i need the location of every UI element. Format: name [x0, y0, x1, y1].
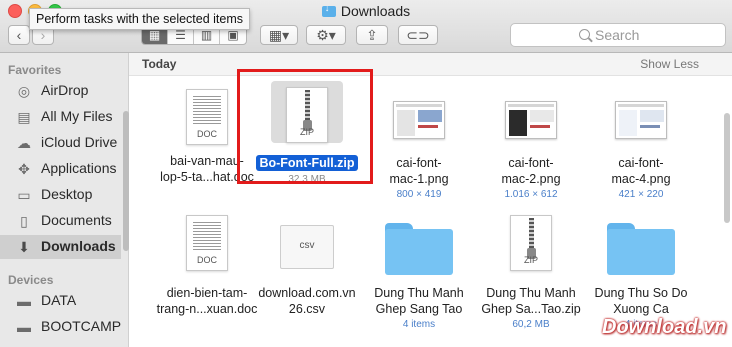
file-item[interactable]: ZIP Dung Thu Manh Ghep Sa...Tao.zip 60,2… [476, 211, 586, 347]
desktop-icon: ▭ [17, 187, 31, 203]
image-dimensions: 800 × 419 [396, 189, 442, 200]
file-name: cai-font- [618, 156, 664, 170]
disk-icon: ▬ [17, 319, 31, 335]
sidebar-item-bootcamp[interactable]: ▬ BOOTCAMP [0, 315, 121, 339]
file-name-line2: trang-n...xuan.doc [156, 302, 258, 316]
group-header: Today Show Less [129, 53, 732, 76]
documents-icon: ▯ [20, 213, 28, 229]
png-thumbnail-icon [615, 101, 667, 139]
file-name-line2: mac-1.png [389, 172, 449, 186]
png-thumbnail-icon [505, 101, 557, 139]
group-title: Today [142, 57, 177, 71]
sidebar-item-label: BOOTCAMP [41, 318, 122, 334]
cloud-icon: ☁ [17, 135, 31, 151]
sidebar-item-all-my-files[interactable]: ▤ All My Files [0, 105, 121, 129]
sidebar-item-label: AirDrop [41, 82, 89, 98]
sidebar-item-icloud-drive[interactable]: ☁ iCloud Drive [0, 131, 121, 155]
grid-icon: ▦▾ [268, 27, 290, 43]
show-less-button[interactable]: Show Less [640, 57, 699, 71]
folder-name-line2: Ghep Sang Tao [375, 302, 463, 316]
tag-icon: ⊂⊃ [406, 27, 430, 43]
csv-file-icon: csv [280, 225, 334, 269]
share-icon: ⇪ [366, 27, 378, 43]
file-size: 60,2 MB [512, 319, 550, 330]
gear-icon: ⚙▾ [316, 27, 336, 43]
downloads-icon: ⬇ [18, 239, 30, 255]
doc-file-icon: DOC [186, 89, 228, 145]
search-placeholder: Search [595, 27, 640, 43]
png-thumbnail-icon [393, 101, 445, 139]
image-dimensions: 1.016 × 612 [504, 189, 558, 200]
action-button[interactable]: ⚙▾ [306, 25, 346, 45]
tooltip: Perform tasks with the selected items [29, 8, 251, 30]
sidebar-item-label: DATA [41, 292, 77, 308]
file-item[interactable]: csv download.com.vn 26.csv [252, 211, 362, 347]
sidebar-item-documents[interactable]: ▯ Documents [0, 209, 121, 233]
share-button[interactable]: ⇪ [356, 25, 388, 45]
sidebar-section-devices: Devices [8, 273, 54, 287]
sidebar-item-label: iCloud Drive [41, 134, 118, 150]
folder-name: Dung Thu Manh [374, 286, 464, 300]
chevron-left-icon: ‹ [16, 27, 22, 43]
tags-button[interactable]: ⊂⊃ [398, 25, 438, 45]
file-name: dien-bien-tam- [166, 286, 248, 300]
file-item[interactable]: cai-font- mac-4.png 421 × 220 [586, 83, 696, 200]
search-field[interactable]: Search [510, 23, 726, 47]
sidebar-item-label: Desktop [41, 186, 93, 202]
sidebar-item-label: Documents [41, 212, 112, 228]
item-count: 4 items [402, 319, 436, 330]
downloads-folder-icon [321, 3, 336, 17]
back-button[interactable]: ‹ [8, 25, 30, 45]
file-name-line2: 26.csv [288, 302, 326, 316]
sidebar-item-airdrop[interactable]: ◎ AirDrop [0, 79, 121, 103]
sidebar-item-label: Downloads [41, 238, 116, 254]
file-name-line2: mac-4.png [611, 172, 671, 186]
doc-file-icon: DOC [186, 215, 228, 271]
sidebar-section-favorites: Favorites [8, 63, 62, 77]
file-name: Dung Thu Manh [486, 286, 576, 300]
image-dimensions: 421 × 220 [618, 189, 664, 200]
folder-name-line2: Xuong Ca [613, 302, 669, 316]
file-item[interactable]: cai-font- mac-2.png 1.016 × 612 [476, 83, 586, 200]
sidebar-item-downloads[interactable]: ⬇ Downloads [0, 235, 121, 259]
file-name-line2: Ghep Sa...Tao.zip [481, 302, 581, 316]
airdrop-icon: ◎ [17, 83, 31, 99]
file-item[interactable]: cai-font- mac-1.png 800 × 419 [364, 83, 474, 200]
sidebar: Favorites ◎ AirDrop ▤ All My Files ☁ iCl… [0, 53, 129, 347]
annotation-highlight-box [237, 69, 373, 184]
folder-item[interactable]: Dung Thu Manh Ghep Sang Tao 4 items [364, 211, 474, 347]
folder-icon [385, 223, 453, 275]
sidebar-item-data[interactable]: ▬ DATA [0, 289, 121, 313]
file-name: download.com.vn [258, 286, 356, 300]
file-name: cai-font- [508, 156, 554, 170]
file-item[interactable]: DOC dien-bien-tam- trang-n...xuan.doc [152, 211, 262, 347]
file-name: cai-font- [396, 156, 442, 170]
close-window-button[interactable] [8, 4, 22, 18]
folder-icon [607, 223, 675, 275]
sidebar-item-desktop[interactable]: ▭ Desktop [0, 183, 121, 207]
sidebar-item-applications[interactable]: ✥ Applications [0, 157, 121, 181]
applications-icon: ✥ [18, 161, 30, 177]
sidebar-item-label: All My Files [41, 108, 113, 124]
zip-file-icon: ZIP [510, 215, 552, 271]
content-scrollbar[interactable] [724, 113, 730, 223]
download-vn-watermark: Download.vn [602, 316, 727, 338]
folder-name: Dung Thu So Do [594, 286, 688, 300]
disk-icon: ▬ [17, 293, 31, 309]
search-icon [579, 29, 590, 40]
file-browser: Today Show Less DOC bai-van-mau- lop-5-t… [129, 53, 732, 347]
arrange-button[interactable]: ▦▾ [260, 25, 298, 45]
sidebar-item-label: Applications [41, 160, 117, 176]
file-name-line2: mac-2.png [501, 172, 561, 186]
all-files-icon: ▤ [17, 109, 31, 125]
